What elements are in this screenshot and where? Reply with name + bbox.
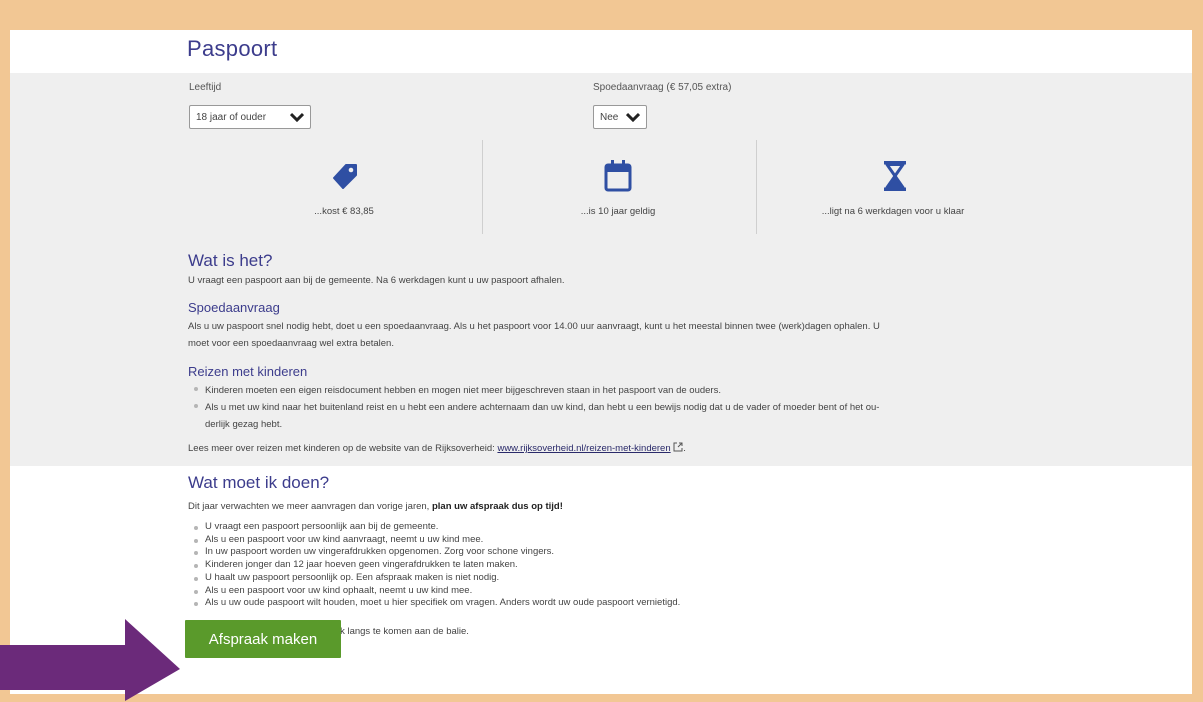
speed-select[interactable]: Nee bbox=[593, 105, 647, 129]
hourglass-icon bbox=[884, 161, 906, 191]
age-label: Leeftijd bbox=[189, 82, 222, 93]
spoed-heading: Spoedaanvraag bbox=[188, 300, 280, 315]
list-item: Kinderen jonger dan 12 jaar hoeven geen … bbox=[190, 559, 1050, 572]
age-select[interactable]: 18 jaar of ouder bbox=[189, 105, 311, 129]
list-item: U haalt uw paspoort persoonlijk op. Een … bbox=[190, 572, 1050, 585]
arrow-pointer-icon bbox=[0, 619, 180, 701]
what-heading: Wat is het? bbox=[188, 251, 273, 270]
kinderen-bullet-continuation: derlijk gezag hebt. bbox=[205, 419, 283, 430]
todo-heading: Wat moet ik doen? bbox=[188, 473, 330, 492]
stat-delivery: ...ligt na 6 werkdagen voor u klaar bbox=[821, 206, 965, 217]
spoed-text-line2: moet voor een spoedaanvraag wel extra be… bbox=[188, 338, 394, 349]
stat-validity: ...is 10 jaar geldig bbox=[580, 206, 656, 217]
what-text: U vraagt een paspoort aan bij de gemeent… bbox=[188, 275, 565, 286]
list-item: U vraagt een paspoort persoonlijk aan bi… bbox=[190, 521, 1050, 534]
chevron-down-icon bbox=[626, 112, 640, 122]
kinderen-more-text: Lees meer over reizen met kinderen op de… bbox=[188, 443, 495, 454]
spoed-text-line1: Als u uw paspoort snel nodig hebt, doet … bbox=[188, 321, 880, 332]
kinderen-more: Lees meer over reizen met kinderen op de… bbox=[188, 440, 686, 457]
page-title: Paspoort bbox=[187, 36, 278, 61]
stat-price: ...kost € 83,85 bbox=[314, 206, 374, 217]
todo-intro-bold: plan uw afspraak dus op tijd! bbox=[431, 501, 563, 512]
todo-list: U vraagt een paspoort persoonlijk aan bi… bbox=[190, 521, 1050, 610]
kinderen-list: Kinderen moeten een eigen reisdocument h… bbox=[190, 382, 1050, 416]
list-item: Als u uw oude paspoort wilt houden, moet… bbox=[190, 597, 1050, 610]
todo-intro: Dit jaar verwachten we meer aanvragen da… bbox=[188, 498, 563, 515]
make-appointment-button[interactable]: Afspraak maken bbox=[185, 620, 341, 658]
speed-label: Spoedaanvraag (€ 57,05 extra) bbox=[593, 82, 732, 93]
list-item: Als u met uw kind naar het buitenland re… bbox=[190, 399, 1050, 416]
price-tag-icon bbox=[333, 164, 357, 189]
kinderen-more-end: . bbox=[683, 443, 686, 454]
list-item: Als u een paspoort voor uw kind ophaalt,… bbox=[190, 585, 1050, 598]
list-item: Als u een paspoort voor uw kind aanvraag… bbox=[190, 534, 1050, 547]
kinderen-heading: Reizen met kinderen bbox=[188, 364, 308, 379]
external-link-icon bbox=[673, 442, 683, 452]
list-item: Kinderen moeten een eigen reisdocument h… bbox=[190, 382, 1050, 399]
chevron-down-icon bbox=[290, 112, 304, 122]
calendar-icon bbox=[604, 160, 632, 192]
divider bbox=[756, 140, 757, 234]
rijksoverheid-link[interactable]: www.rijksoverheid.nl/reizen-met-kinderen bbox=[497, 443, 670, 454]
divider bbox=[482, 140, 483, 234]
filter-panel bbox=[10, 73, 1192, 270]
list-item: In uw paspoort worden uw vingerafdrukken… bbox=[190, 546, 1050, 559]
age-select-value: 18 jaar of ouder bbox=[196, 111, 267, 123]
content-frame: Paspoort Leeftijd 18 jaar of ouder Spoed… bbox=[10, 30, 1192, 694]
todo-intro-text: Dit jaar verwachten we meer aanvragen da… bbox=[188, 501, 430, 512]
speed-select-value: Nee bbox=[600, 111, 619, 123]
